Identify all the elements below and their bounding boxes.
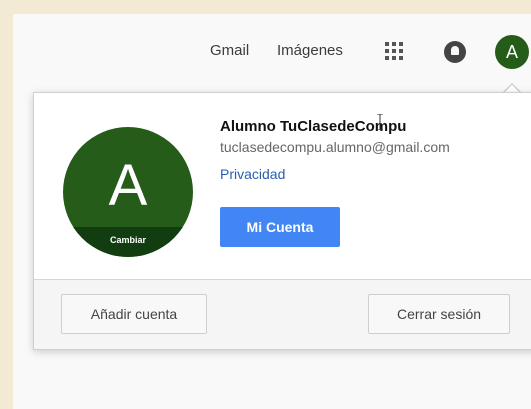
- gmail-link[interactable]: Gmail: [210, 42, 249, 59]
- account-popup-footer: Añadir cuenta Cerrar sesión: [34, 279, 531, 349]
- sign-out-button[interactable]: Cerrar sesión: [368, 294, 510, 334]
- images-link[interactable]: Imágenes: [277, 42, 343, 59]
- text-cursor-icon: [377, 114, 383, 130]
- account-popup: A Cambiar Alumno TuClasedeCompu tuclased…: [33, 92, 531, 350]
- notifications-icon[interactable]: [444, 41, 466, 63]
- add-account-button[interactable]: Añadir cuenta: [61, 294, 207, 334]
- browser-page: Gmail Imágenes A A Cambiar Alumno TuClas…: [13, 14, 531, 409]
- my-account-button[interactable]: Mi Cuenta: [220, 207, 340, 247]
- account-email: tuclasedecompu.alumno@gmail.com: [220, 139, 450, 155]
- profile-photo-letter: A: [108, 153, 148, 218]
- google-top-bar: Gmail Imágenes A: [13, 14, 531, 90]
- privacy-link[interactable]: Privacidad: [220, 166, 285, 182]
- apps-grid-icon[interactable]: [385, 42, 403, 60]
- profile-photo[interactable]: A Cambiar: [63, 127, 193, 257]
- account-avatar-button[interactable]: A: [495, 35, 529, 69]
- change-photo-button[interactable]: Cambiar: [63, 227, 193, 257]
